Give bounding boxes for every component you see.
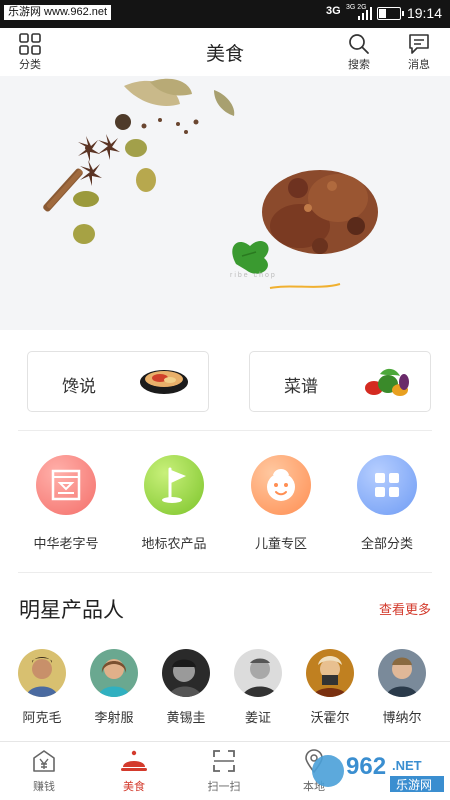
star-person[interactable]: 博纳尔: [372, 649, 432, 726]
category-label: 全部分类: [360, 536, 413, 551]
message-button[interactable]: 消息: [399, 31, 439, 73]
avatar: [162, 649, 210, 697]
app-header: 分类 美食 搜索 消息: [0, 28, 450, 76]
grid-icon: [375, 473, 399, 497]
clock: 19:14: [406, 5, 442, 21]
star-person[interactable]: 姜证: [228, 649, 288, 726]
category-landmark-produce[interactable]: 地标农产品: [124, 455, 224, 555]
time-honored-brand-icon: [51, 469, 81, 501]
star-name: 阿克毛: [22, 710, 62, 725]
star-name: 博纳尔: [382, 710, 422, 725]
search-icon: [349, 34, 369, 54]
watermark-number: 962: [346, 753, 386, 780]
category-circle: [251, 455, 311, 515]
avatar: [90, 649, 138, 697]
category-all[interactable]: 全部分类: [337, 455, 437, 555]
message-icon: [409, 34, 429, 54]
avatar: [234, 649, 282, 697]
cloche-icon: [121, 750, 147, 771]
star-name: 姜证: [244, 710, 271, 725]
watermark-text: 乐游网: [396, 778, 432, 792]
view-more-link[interactable]: 查看更多: [379, 599, 431, 618]
tab-earn[interactable]: 赚钱: [4, 748, 84, 794]
vegetables-icon: [365, 368, 409, 396]
promo-banner[interactable]: 骨 GU ribe chop: [0, 76, 450, 330]
search-label: 搜索: [348, 59, 370, 71]
tab-scan[interactable]: 扫一扫: [184, 748, 264, 794]
star-person[interactable]: 李射服: [84, 649, 144, 726]
signal-icon: [358, 7, 372, 20]
grid-icon: [19, 33, 41, 55]
star-name: 沃霍尔: [310, 710, 350, 725]
watermark-text: 乐游网 www.962.net: [4, 5, 112, 20]
tab-label: 美食: [123, 781, 145, 793]
tab-label: 赚钱: [33, 781, 55, 793]
star-person[interactable]: 黄锡圭: [156, 649, 216, 726]
section-divider: [18, 572, 432, 573]
message-label: 消息: [408, 59, 430, 71]
watermark-suffix: .NET: [392, 758, 422, 773]
star-person[interactable]: 阿克毛: [12, 649, 72, 726]
category-label: 分类: [19, 59, 41, 71]
avatar: [18, 649, 66, 697]
category-label: 地标农产品: [141, 536, 207, 551]
star-person[interactable]: 沃霍尔: [300, 649, 360, 726]
avatar: [306, 649, 354, 697]
category-circle: [36, 455, 96, 515]
yen-icon: [33, 750, 55, 772]
tab-label: 扫一扫: [207, 781, 241, 793]
network-indicator: 3G: [326, 5, 341, 17]
battery-icon: [377, 7, 404, 20]
category-circle: [144, 455, 204, 515]
watermark-logo: 962 .NET 乐游网: [312, 753, 444, 792]
category-circle: [357, 455, 417, 515]
category-button[interactable]: 分类: [10, 31, 50, 73]
section-title: 明星产品人: [19, 599, 124, 622]
spices-illustration: [43, 78, 378, 289]
avatar: [378, 649, 426, 697]
star-name: 李射服: [94, 710, 134, 725]
page-title: 美食: [205, 44, 244, 65]
battery-level: [379, 9, 386, 18]
category-time-honored[interactable]: 中华老字号: [16, 455, 116, 555]
feature-label: 馋说: [62, 377, 96, 396]
star-name: 黄锡圭: [166, 710, 206, 725]
scan-icon: [213, 750, 235, 772]
flag-icon: [162, 467, 186, 503]
section-divider: [18, 430, 432, 431]
feature-card-recipes[interactable]: 菜谱: [249, 351, 431, 412]
search-button[interactable]: 搜索: [339, 31, 379, 73]
tab-food[interactable]: 美食: [94, 748, 174, 794]
banner-caption: ribe chop: [230, 272, 277, 279]
category-children[interactable]: 儿童专区: [231, 455, 331, 555]
feature-card-chanshuo[interactable]: 馋说: [27, 351, 209, 412]
category-label: 中华老字号: [33, 536, 99, 551]
status-bar: 乐游网 www.962.net 3G 3G 2G 19:14: [0, 0, 450, 28]
baby-face-icon: [267, 469, 295, 501]
feature-label: 菜谱: [284, 377, 318, 396]
category-label: 儿童专区: [254, 536, 307, 551]
noodle-bowl-icon: [140, 370, 188, 394]
